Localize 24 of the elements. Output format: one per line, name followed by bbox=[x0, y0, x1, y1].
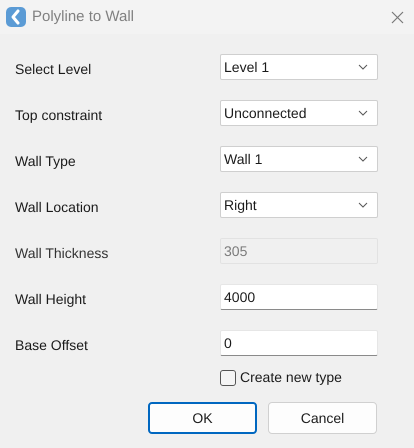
chevron-down-icon bbox=[358, 202, 368, 208]
window-title: Polyline to Wall bbox=[32, 6, 134, 27]
app-icon bbox=[6, 7, 26, 27]
dropdown[interactable]: Unconnected bbox=[220, 100, 378, 126]
chevron-down-icon bbox=[358, 64, 368, 70]
field-label: Base Offset bbox=[15, 336, 88, 354]
dialog-button[interactable]: OK bbox=[148, 402, 257, 434]
field-label: Wall Thickness bbox=[15, 244, 108, 262]
close-icon[interactable] bbox=[391, 10, 404, 24]
dropdown[interactable]: Level 1 bbox=[220, 54, 378, 80]
checkbox[interactable] bbox=[220, 370, 236, 386]
field-label: Wall Type bbox=[15, 152, 76, 171]
checkbox-label: Create new type bbox=[240, 368, 342, 387]
chevron-down-icon bbox=[358, 110, 368, 116]
chevron-down-icon bbox=[358, 156, 368, 162]
input-field[interactable]: 0 bbox=[220, 330, 378, 356]
field-label: Wall Height bbox=[15, 290, 86, 309]
field-label: Top constraint bbox=[15, 106, 102, 125]
field-label: Wall Location bbox=[15, 198, 99, 216]
input-field[interactable]: 4000 bbox=[220, 284, 378, 310]
field-label: Select Level bbox=[15, 60, 92, 78]
dropdown[interactable]: Wall 1 bbox=[220, 146, 378, 172]
dialog-button[interactable]: Cancel bbox=[268, 402, 377, 434]
dropdown[interactable]: Right bbox=[220, 192, 378, 218]
